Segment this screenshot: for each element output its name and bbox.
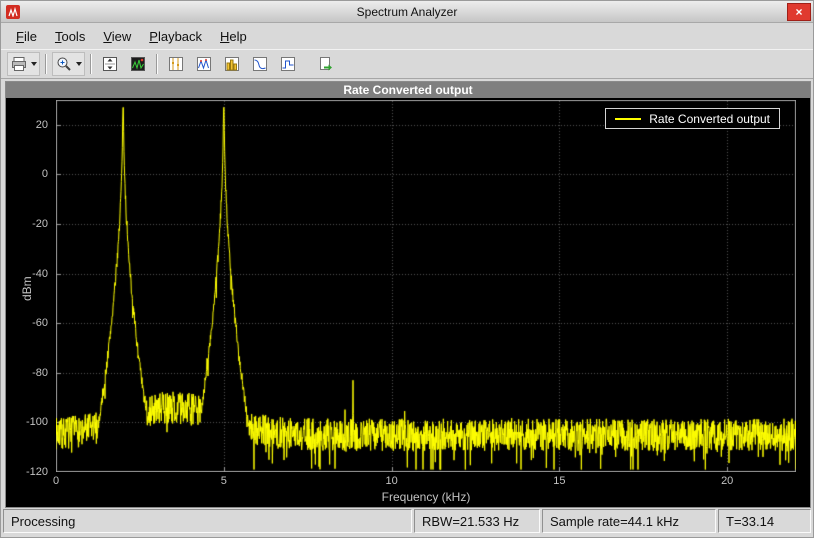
status-bar: Processing RBW=21.533 Hz Sample rate=44.… [3,509,811,533]
y-tick-label: -100 [12,416,48,428]
autoscale-icon [101,55,119,73]
menu-view[interactable]: View [94,26,140,47]
legend[interactable]: Rate Converted output [605,108,780,129]
peak-finder-button[interactable] [191,52,217,76]
autoscale-button[interactable] [97,52,123,76]
channel-measurements-icon [223,55,241,73]
menu-playback[interactable]: Playback [140,26,211,47]
x-tick-label: 10 [372,475,412,487]
window-title: Spectrum Analyzer [357,5,458,19]
toolbar-separator [90,54,92,74]
spectral-mask-button[interactable] [275,52,301,76]
toolbar-separator [156,54,158,74]
x-tick-label: 5 [204,475,244,487]
x-tick-label: 15 [539,475,579,487]
step-forward-icon [317,55,335,73]
print-button[interactable] [7,52,40,76]
y-tick-label: 20 [12,119,48,131]
status-rbw: RBW=21.533 Hz [414,509,540,533]
plot-title: Rate Converted output [6,82,810,98]
cursor-measurements-button[interactable] [163,52,189,76]
x-tick-label: 20 [707,475,747,487]
status-processing: Processing [3,509,412,533]
dropdown-caret [31,62,37,66]
x-axis-label: Frequency (kHz) [56,490,796,504]
status-sample-rate: Sample rate=44.1 kHz [542,509,716,533]
spectral-mask-icon [279,55,297,73]
status-time: T=33.14 [718,509,811,533]
figure-panel: Rate Converted output dBm Frequency (kHz… [5,81,811,508]
close-button[interactable]: × [787,3,811,21]
spectrum-settings-button[interactable] [125,52,151,76]
menu-help[interactable]: Help [211,26,256,47]
print-icon [10,55,28,73]
menu-bar: File Tools View Playback Help [1,24,813,49]
toolbar [1,49,813,79]
toolbar-separator [45,54,47,74]
spectrum-plot-canvas[interactable] [56,100,796,472]
legend-line-sample [615,118,641,120]
cursor-measurements-icon [167,55,185,73]
step-forward-button[interactable] [313,52,339,76]
y-tick-label: -40 [12,268,48,280]
menu-file[interactable]: File [7,26,46,47]
menu-tools[interactable]: Tools [46,26,94,47]
y-tick-label: -80 [12,367,48,379]
y-tick-label: -60 [12,317,48,329]
distortion-measurements-button[interactable] [247,52,273,76]
channel-measurements-button[interactable] [219,52,245,76]
y-axis-label: dBm [20,276,34,301]
y-tick-label: -20 [12,218,48,230]
spectrum-analyzer-window: Spectrum Analyzer × File Tools View Play… [0,0,814,538]
zoom-icon [55,55,73,73]
spectrum-settings-icon [129,55,147,73]
x-tick-label: 0 [36,475,76,487]
y-tick-label: 0 [12,168,48,180]
title-bar[interactable]: Spectrum Analyzer × [1,1,813,23]
peak-finder-icon [195,55,213,73]
app-icon [6,5,20,19]
zoom-button[interactable] [52,52,85,76]
legend-entry-label: Rate Converted output [649,112,770,126]
dropdown-caret [76,62,82,66]
distortion-measurements-icon [251,55,269,73]
